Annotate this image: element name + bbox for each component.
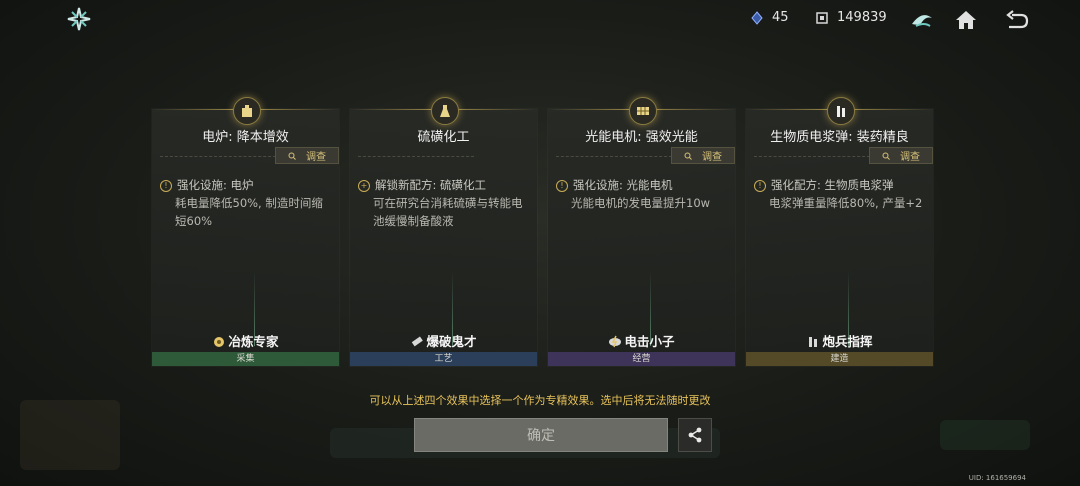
desc-type: 强化设施: 光能电机 [573, 178, 673, 192]
category-bar: 采集 [152, 352, 339, 366]
upgrade-icon: ! [160, 180, 172, 192]
star-logo-icon[interactable] [66, 6, 92, 32]
card-title: 生物质电浆弹: 装药精良 [770, 130, 909, 145]
chip-counter: 149839 [815, 10, 887, 25]
upgrade-icon: ! [754, 180, 766, 192]
search-icon [288, 152, 296, 160]
desc-body: 可在研究台消耗硫磺与转能电池缓慢制备酸液 [373, 196, 523, 228]
back-icon[interactable] [1003, 6, 1031, 34]
card-title: 硫磺化工 [417, 130, 470, 145]
search-icon [684, 152, 692, 160]
confirm-button[interactable]: 确定 [414, 418, 668, 452]
inspect-label: 调查 [702, 152, 722, 163]
inspect-label: 调查 [306, 152, 326, 163]
desc-body: 光能电机的发电量提升10w [571, 196, 711, 210]
effect-card[interactable]: 电炉: 降本增效 调查 ! 强化设施: 电炉 耗电量降低50%, 制造时间缩短60… [152, 97, 339, 366]
card-description: ! 强化设施: 电炉 耗电量降低50%, 制造时间缩短60% [160, 176, 332, 230]
effect-card[interactable]: 光能电机: 强效光能 调查 ! 强化设施: 光能电机 光能电机的发电量提升10w … [548, 97, 735, 366]
emblem-icon[interactable] [908, 6, 936, 34]
specialist-label: 电击小子 [624, 334, 675, 349]
explosive-icon [412, 336, 424, 347]
crystal-count: 45 [772, 10, 789, 25]
card-description: + 解锁新配方: 硫磺化工 可在研究台消耗硫磺与转能电池缓慢制备酸液 [358, 176, 530, 230]
top-bar: 45 149839 [0, 0, 1080, 40]
inspect-button[interactable]: 调查 [869, 147, 933, 164]
desc-body: 耗电量降低50%, 制造时间缩短60% [175, 196, 323, 228]
unlock-icon: + [358, 180, 370, 192]
selection-notice: 可以从上述四个效果中选择一个作为专精效果。选中后将无法随时更改 [369, 394, 711, 407]
search-icon [882, 152, 890, 160]
share-button[interactable] [678, 418, 712, 452]
background-panel [940, 420, 1030, 450]
divider [556, 156, 672, 157]
crystal-counter: 45 [750, 10, 789, 25]
effect-card[interactable]: 硫磺化工 + 解锁新配方: 硫磺化工 可在研究台消耗硫磺与转能电池缓慢制备酸液 爆… [350, 97, 537, 366]
home-icon[interactable] [952, 6, 980, 34]
card-description: ! 强化设施: 光能电机 光能电机的发电量提升10w [556, 176, 728, 212]
specialist-name: 冶炼专家 [152, 331, 339, 350]
flask-icon [430, 97, 459, 125]
desc-type: 强化配方: 生物质电浆弹 [771, 178, 894, 192]
desc-type: 解锁新配方: 硫磺化工 [375, 178, 487, 192]
specialist-label: 爆破鬼才 [426, 334, 477, 349]
smelter-icon [214, 337, 225, 347]
divider [160, 156, 276, 157]
card-title: 光能电机: 强效光能 [585, 130, 698, 145]
effect-card[interactable]: 生物质电浆弹: 装药精良 调查 ! 强化配方: 生物质电浆弹 电浆弹重量降低80%… [746, 97, 933, 366]
chip-count: 149839 [837, 10, 887, 25]
specialist-name: 爆破鬼才 [350, 331, 537, 350]
chip-icon [816, 11, 828, 24]
desc-body: 电浆弹重量降低80%, 产量+2 [769, 196, 923, 210]
specialist-name: 电击小子 [548, 331, 735, 350]
background-panel [20, 400, 120, 470]
solar-panel-icon [628, 97, 657, 125]
category-bar: 经营 [548, 352, 735, 366]
desc-type: 强化设施: 电炉 [177, 178, 254, 192]
inspect-label: 调查 [900, 152, 920, 163]
category-bar: 建造 [746, 352, 933, 366]
upgrade-icon: ! [556, 180, 568, 192]
crystal-icon [751, 10, 763, 25]
divider [754, 156, 870, 157]
divider [358, 156, 474, 157]
specialist-label: 炮兵指挥 [822, 334, 873, 349]
card-description: ! 强化配方: 生物质电浆弹 电浆弹重量降低80%, 产量+2 [754, 176, 926, 212]
shell-icon [809, 337, 818, 347]
category-bar: 工艺 [350, 352, 537, 366]
card-title: 电炉: 降本增效 [202, 130, 289, 145]
specialist-name: 炮兵指挥 [746, 331, 933, 350]
inspect-button[interactable]: 调查 [671, 147, 735, 164]
user-id: UID: 161659694 [968, 474, 1026, 482]
specialist-label: 冶炼专家 [228, 334, 279, 349]
ammo-icon [826, 97, 855, 125]
share-icon [688, 427, 702, 443]
inspect-button[interactable]: 调查 [275, 147, 339, 164]
furnace-icon [232, 97, 261, 125]
electric-icon [609, 335, 622, 348]
